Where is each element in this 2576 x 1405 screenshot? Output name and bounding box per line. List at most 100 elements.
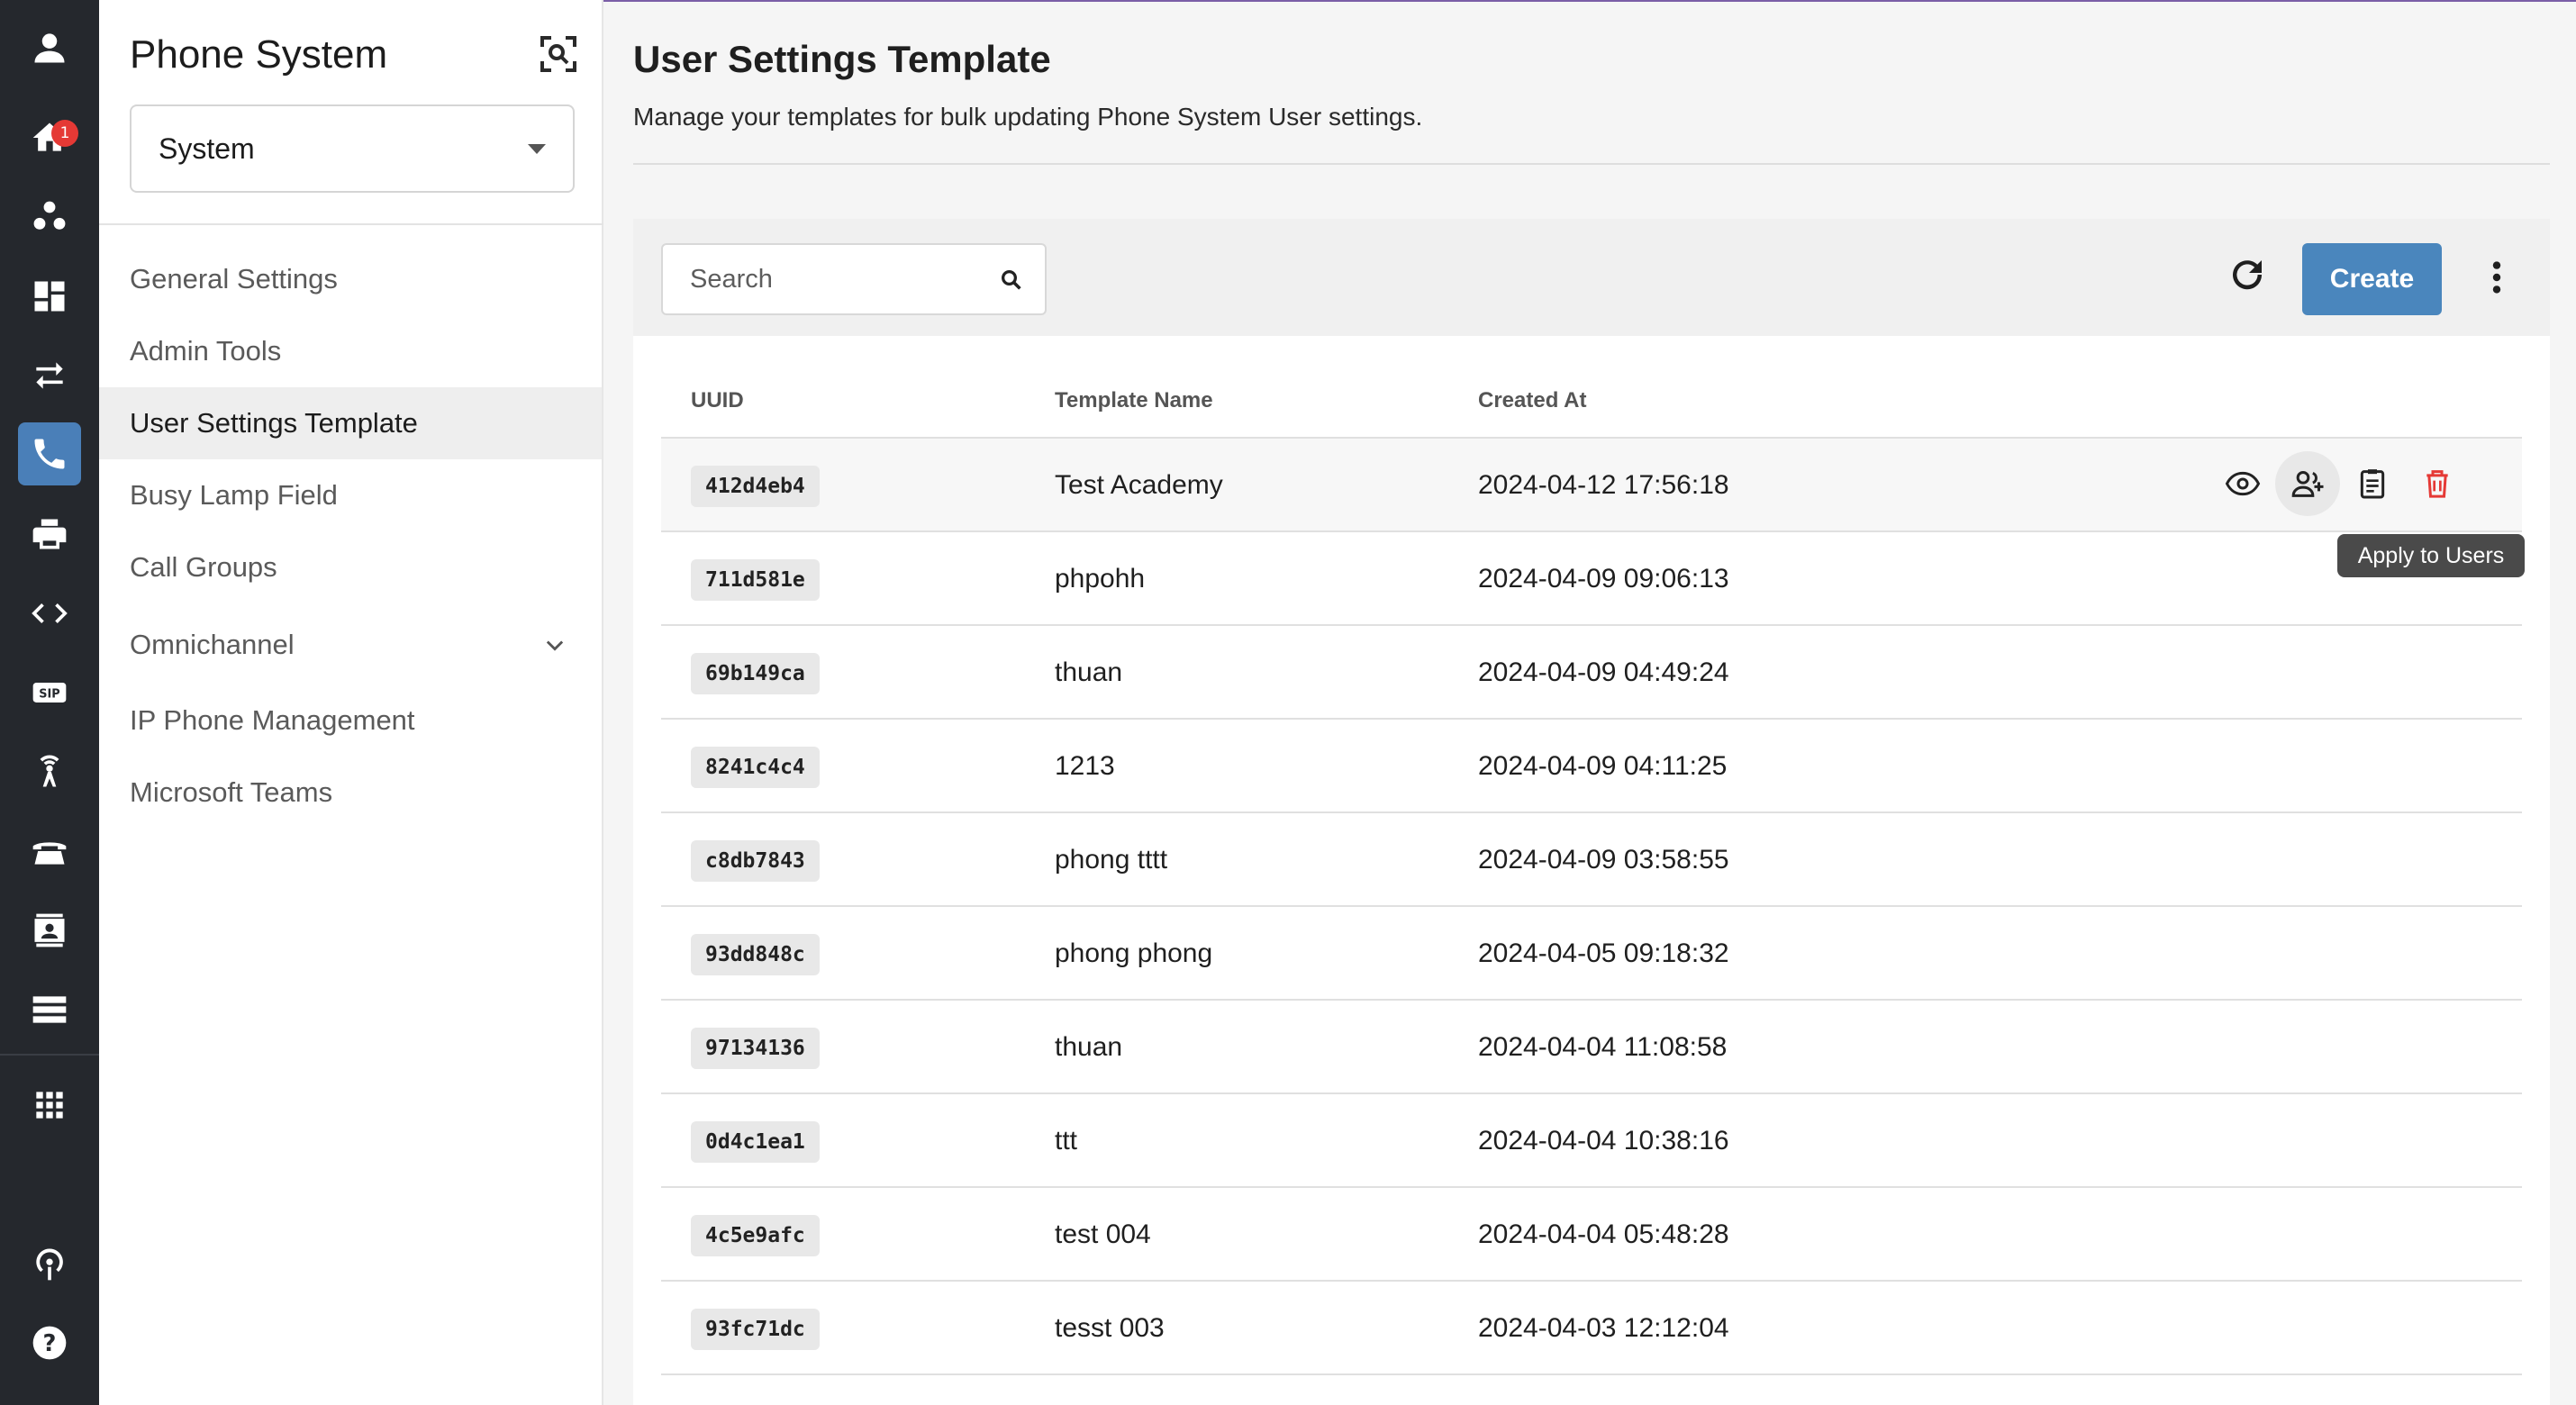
sidebar-item-label: IP Phone Management — [130, 704, 415, 736]
accent-top-border — [603, 0, 2576, 2]
uuid-chip: 0d4c1ea1 — [691, 1121, 820, 1163]
group-icon[interactable] — [18, 186, 81, 249]
icon-rail: 1 SIP ? — [0, 0, 99, 1405]
apply-to-users-icon[interactable] — [2275, 451, 2340, 516]
table-row[interactable]: 93dd848c phong phong 2024-04-05 09:18:32 — [661, 907, 2522, 1001]
notification-badge: 1 — [51, 120, 78, 147]
create-button[interactable]: Create — [2302, 243, 2442, 315]
printer-icon[interactable] — [18, 503, 81, 566]
clipboard-icon[interactable] — [2340, 451, 2405, 516]
template-name-cell: tesst 003 — [1055, 1313, 1165, 1343]
user-icon[interactable] — [18, 16, 81, 79]
phone-icon[interactable] — [18, 422, 81, 485]
code-icon[interactable] — [18, 582, 81, 645]
table-row[interactable]: 412d4eb4 Test Academy 2024-04-12 17:56:1… — [661, 439, 2522, 532]
search-icon[interactable] — [998, 267, 1025, 294]
column-header-uuid[interactable]: UUID — [691, 363, 744, 439]
sidebar-item-label: Busy Lamp Field — [130, 479, 338, 511]
row-actions — [2210, 451, 2481, 520]
table-row[interactable]: c8db7843 phong tttt 2024-04-09 03:58:55 — [661, 813, 2522, 907]
created-at-cell: 2024-04-09 03:58:55 — [1478, 845, 1729, 875]
table-row[interactable]: 97134136 thuan 2024-04-04 11:08:58 — [661, 1001, 2522, 1094]
apply-to-users-tooltip: Apply to Users — [2337, 534, 2525, 577]
search-box — [661, 243, 1047, 315]
scan-search-icon[interactable] — [537, 32, 580, 76]
template-name-cell: test 004 — [1055, 1219, 1151, 1249]
table-body: 412d4eb4 Test Academy 2024-04-12 17:56:1… — [661, 439, 2522, 1375]
sidebar-item-label: Omnichannel — [130, 629, 295, 660]
transfer-icon[interactable] — [18, 344, 81, 407]
table-row[interactable]: 8241c4c4 1213 2024-04-09 04:11:25 — [661, 720, 2522, 813]
help-icon[interactable]: ? — [18, 1311, 81, 1374]
contact-card-icon[interactable] — [18, 899, 81, 962]
home-icon[interactable]: 1 — [18, 106, 81, 169]
created-at-cell: 2024-04-04 10:38:16 — [1478, 1126, 1729, 1156]
uuid-chip: 4c5e9afc — [691, 1215, 820, 1256]
template-name-cell: 1213 — [1055, 751, 1115, 781]
system-selector[interactable]: System — [130, 104, 575, 193]
created-at-cell: 2024-04-04 05:48:28 — [1478, 1219, 1729, 1249]
table-toolbar: Create — [633, 219, 2550, 336]
antenna-icon[interactable] — [18, 740, 81, 803]
template-name-cell: phong phong — [1055, 938, 1213, 968]
desk-phone-icon[interactable] — [18, 820, 81, 883]
created-at-cell: 2024-04-05 09:18:32 — [1478, 938, 1729, 968]
header-divider — [633, 163, 2550, 165]
column-header-template-name[interactable]: Template Name — [1055, 363, 1213, 439]
page-subtitle: Manage your templates for bulk updating … — [633, 103, 1423, 131]
column-header-created-at[interactable]: Created At — [1478, 363, 1586, 439]
table-row[interactable]: 4c5e9afc test 004 2024-04-04 05:48:28 — [661, 1188, 2522, 1282]
dropdown-caret-icon — [528, 144, 546, 154]
created-at-cell: 2024-04-09 04:49:24 — [1478, 657, 1729, 687]
template-name-cell: phong tttt — [1055, 845, 1168, 875]
uuid-chip: 412d4eb4 — [691, 466, 820, 507]
table-header: UUID Template Name Created At — [661, 363, 2522, 439]
created-at-cell: 2024-04-03 12:12:04 — [1478, 1313, 1729, 1343]
uuid-chip: 97134136 — [691, 1028, 820, 1069]
created-at-cell: 2024-04-09 04:11:25 — [1478, 751, 1728, 781]
created-at-cell: 2024-04-04 11:08:58 — [1478, 1032, 1728, 1062]
table-row[interactable]: 0d4c1ea1 ttt 2024-04-04 10:38:16 — [661, 1094, 2522, 1188]
sidebar-item-label: User Settings Template — [130, 407, 418, 439]
sidebar-item-label: Call Groups — [130, 551, 277, 583]
uuid-chip: 69b149ca — [691, 653, 820, 694]
view-icon[interactable] — [2210, 451, 2275, 516]
main-content: User Settings Template Manage your templ… — [603, 0, 2576, 1405]
sidebar-item-microsoft-teams[interactable]: Microsoft Teams — [99, 757, 602, 829]
search-input[interactable] — [663, 264, 969, 295]
table-row[interactable]: 93fc71dc tesst 003 2024-04-03 12:12:04 — [661, 1282, 2522, 1375]
sidebar-item-general-settings[interactable]: General Settings — [99, 243, 602, 315]
uuid-chip: 8241c4c4 — [691, 747, 820, 788]
created-at-cell: 2024-04-12 17:56:18 — [1478, 470, 1729, 500]
rail-divider — [0, 1054, 99, 1056]
sidebar-item-admin-tools[interactable]: Admin Tools — [99, 315, 602, 387]
secondary-sidebar: Phone System System General Settings Adm… — [99, 0, 603, 1405]
uuid-chip: 93dd848c — [691, 934, 820, 975]
table-row[interactable]: 711d581e phpohh 2024-04-09 09:06:13 — [661, 532, 2522, 626]
template-name-cell: phpohh — [1055, 564, 1146, 594]
sidebar-item-label: Microsoft Teams — [130, 776, 333, 808]
server-icon[interactable] — [18, 978, 81, 1041]
template-name-cell: ttt — [1055, 1126, 1078, 1156]
sip-icon[interactable]: SIP — [18, 661, 81, 724]
sidebar-item-label: Admin Tools — [130, 335, 282, 367]
more-options-icon[interactable] — [2476, 255, 2517, 300]
uuid-chip: 711d581e — [691, 559, 820, 601]
sidebar-item-ip-phone-management[interactable]: IP Phone Management — [99, 684, 602, 757]
sidebar-item-user-settings-template[interactable]: User Settings Template — [99, 387, 602, 459]
sidebar-item-busy-lamp-field[interactable]: Busy Lamp Field — [99, 459, 602, 531]
dashboard-icon[interactable] — [18, 265, 81, 328]
sidebar-item-omnichannel[interactable]: Omnichannel — [99, 609, 602, 681]
table-row[interactable]: 69b149ca thuan 2024-04-09 04:49:24 — [661, 626, 2522, 720]
sidebar-title: Phone System — [130, 32, 388, 77]
delete-icon[interactable] — [2405, 451, 2470, 516]
apps-grid-icon[interactable] — [18, 1074, 81, 1137]
template-name-cell: thuan — [1055, 1032, 1123, 1062]
chevron-down-icon[interactable] — [542, 632, 567, 657]
sidebar-item-call-groups[interactable]: Call Groups — [99, 531, 602, 603]
system-selector-value: System — [159, 131, 255, 165]
templates-card: Create UUID Template Name Created At 412… — [633, 219, 2550, 1405]
podcast-icon[interactable] — [18, 1232, 81, 1295]
template-name-cell: thuan — [1055, 657, 1123, 687]
refresh-icon[interactable] — [2226, 253, 2269, 296]
